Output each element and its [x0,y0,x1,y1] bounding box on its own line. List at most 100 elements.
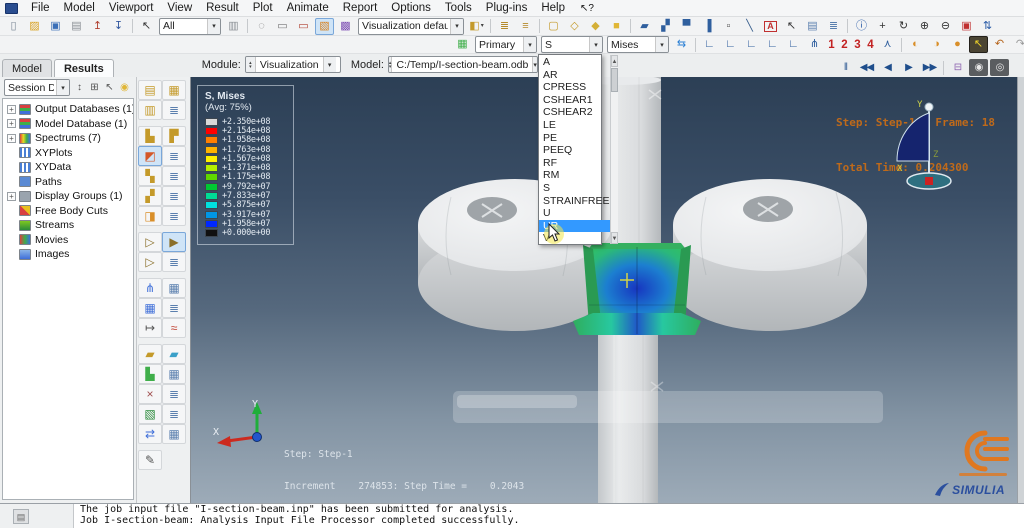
dropdown-item[interactable]: PE [539,132,610,145]
submit-job-icon[interactable]: ↧ [109,18,128,35]
view-preset-4-button[interactable]: 4 [864,39,877,51]
menu-item[interactable]: Result [199,0,246,17]
tree-item[interactable]: Images [3,247,133,262]
menu-item[interactable]: Plot [246,0,280,17]
lightbulb-icon[interactable]: ◉ [117,80,132,95]
module-combo[interactable]: ▴ ▾ Visualization ▾ [244,56,341,73]
plot-undeformed-icon[interactable]: ▙ [138,126,162,146]
annotate-probe-icon[interactable]: ✎ [138,450,162,470]
viewport-annotation-options-icon[interactable]: ▤ [803,18,822,35]
tree-item[interactable]: + Display Groups (1) [3,189,133,204]
view-preset-2-button[interactable]: 2 [838,39,851,51]
xy-table-icon[interactable]: ▦ [138,298,162,318]
animate-harmonic-icon[interactable]: ▷ [138,252,162,272]
expander-icon[interactable]: + [7,104,16,114]
animate-scale-factor-icon[interactable]: ▷ [138,232,162,252]
tree-item[interactable]: + Spectrums (7) [3,131,133,146]
tree-drag-icon[interactable]: ↖ [102,80,117,95]
pick-pressed-icon[interactable]: ↖ [969,36,988,53]
probe-line-icon[interactable]: ╲ [740,18,759,35]
pause-icon[interactable]: ‖ [836,59,855,76]
create-xy-data-icon[interactable]: ⋔ [138,278,162,298]
menu-item[interactable]: Options [384,0,438,17]
next-frame-icon[interactable]: ▶ [899,59,918,76]
expander-icon[interactable]: + [7,191,16,201]
beam-profiles-icon[interactable]: ≣ [495,18,514,35]
frame-selector-icon[interactable]: ▤ [138,80,162,100]
redo-icon[interactable]: ↷ [1011,36,1024,53]
menu-item[interactable]: Model [57,0,102,17]
expander-icon[interactable] [7,206,16,215]
create-job-icon[interactable]: ↥ [88,18,107,35]
tree-item[interactable]: XYPlots [3,146,133,161]
animate-time-history-icon[interactable]: ▶ [162,232,186,252]
dropdown-item[interactable]: RF [539,157,610,170]
tab-model[interactable]: Model [2,59,52,77]
previous-frame-icon[interactable]: ◀ [878,59,897,76]
spinner-icon[interactable]: ▴ ▾ [245,57,256,72]
view-bottom-icon[interactable]: ∟ [763,36,782,53]
display-group-icon[interactable]: ▧ [315,17,334,35]
replace-displayed-icon[interactable]: ◌ [252,18,271,35]
dropdown-item[interactable]: AR [539,69,610,82]
stream-options-icon[interactable]: ≣ [162,404,186,424]
rotate-view-icon[interactable]: ↻ [894,18,913,35]
view-top-icon[interactable]: ∟ [742,36,761,53]
tree-item[interactable]: + Output Databases (1) [3,102,133,117]
scroll-up-icon[interactable]: ▲ [610,55,619,67]
variable-combo[interactable]: S ▾ [541,36,603,53]
movie-camera-icon[interactable]: ◉ [969,59,988,76]
menu-item[interactable]: File [24,0,57,17]
lasso-select-icon[interactable]: ▭ [294,18,313,35]
remove-group-icon[interactable]: ● [948,36,967,53]
wireframe-render-icon[interactable]: ▢ [544,18,563,35]
dropdown-item[interactable]: U [539,207,610,220]
scroll-down-icon[interactable]: ▼ [610,232,619,244]
session-data-combo[interactable]: Session Data ▾ [4,79,70,96]
filled-render-icon[interactable]: ■ [607,18,626,35]
dropdown-scrollbar[interactable]: ▲ ▼ [609,55,619,244]
pan-view-icon[interactable]: + [873,18,892,35]
frame-selector-icon[interactable]: ⊞ [87,80,102,95]
contour-options-icon[interactable]: ≣ [162,146,186,166]
undo-icon[interactable]: ↶ [990,36,1009,53]
view-front-icon[interactable]: ∟ [700,36,719,53]
cascade-viewports-icon[interactable]: ▞ [656,18,675,35]
menu-item[interactable]: Plug-ins [479,0,535,17]
animation-options-icon[interactable]: ≣ [162,252,186,272]
dropdown-item[interactable]: LE [539,119,610,132]
view-compass[interactable]: X Z Y [891,99,963,195]
result-options-icon[interactable]: ≣ [162,100,186,120]
swap-odb-icon[interactable]: ⇄ [138,424,162,444]
tab-results[interactable]: Results [53,59,114,77]
tile-vertical-icon[interactable]: ▐ [698,18,717,35]
plot-symbols-icon[interactable]: ▚ [138,166,162,186]
new-model-icon[interactable]: ▯ [4,18,23,35]
annotation-icon[interactable]: ▫ [719,18,738,35]
dropdown-item[interactable]: CSHEAR1 [539,94,610,107]
hidden-line-render-icon[interactable]: ◇ [565,18,584,35]
frame-number-icon[interactable]: ▥ [138,100,162,120]
table-options-icon[interactable]: ≣ [162,298,186,318]
field-output-dialog-icon[interactable]: ▦ [453,36,472,53]
view-back-icon[interactable]: ∟ [721,36,740,53]
shaded-render-icon[interactable]: ◆ [586,18,605,35]
view-cut-options-icon[interactable]: ▰ [162,344,186,364]
free-body-options-icon[interactable]: ≣ [162,384,186,404]
annotation-manager-icon[interactable]: ≣ [824,18,843,35]
dropdown-item[interactable]: CSHEAR2 [539,106,610,119]
tree-item[interactable]: + Model Database (1) [3,117,133,132]
tree-item[interactable]: Movies [3,233,133,248]
menu-item[interactable]: Animate [280,0,336,17]
xy-options-icon[interactable]: ▦ [162,278,186,298]
menu-item[interactable]: Help [534,0,572,17]
expander-icon[interactable] [7,177,16,186]
menu-item[interactable]: Report [336,0,385,17]
expander-icon[interactable] [7,250,16,259]
expander-icon[interactable] [7,163,16,172]
view-preset-1-button[interactable]: 1 [825,39,838,51]
vizdef-combo[interactable]: Visualization defaults▾ [358,17,464,35]
tree-item[interactable]: Streams [3,218,133,233]
query-info-icon[interactable]: ⓘ [852,18,871,35]
spectrum-options-icon[interactable]: ▦ [162,364,186,384]
